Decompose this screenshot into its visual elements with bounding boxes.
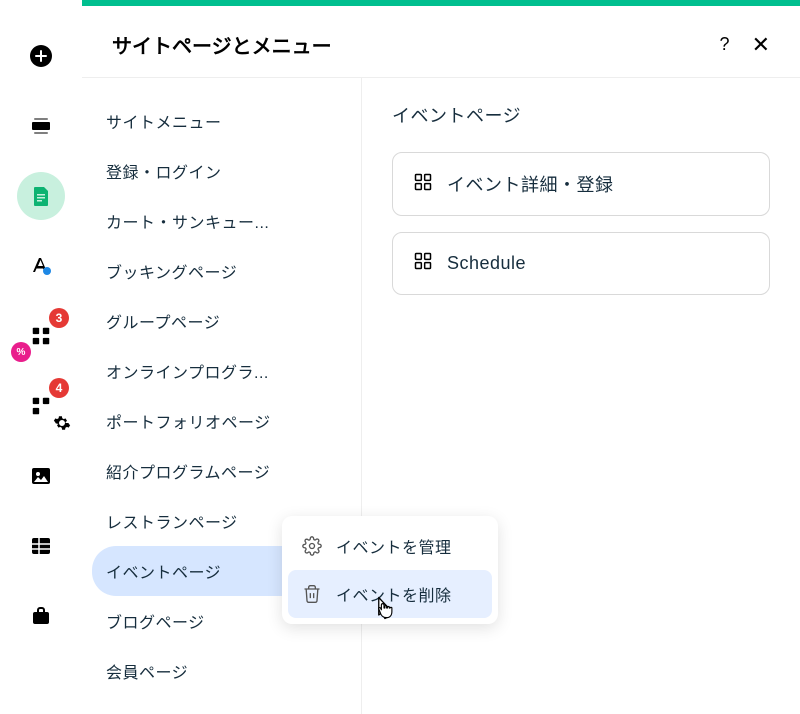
grid-icon [413,251,433,276]
header-actions: ? ✕ [720,34,770,56]
menu-item-label: イベントを管理 [336,534,452,558]
nav-item-label: 登録・ログイン [106,159,222,183]
apps-badge: 3 [49,308,69,328]
grid-icon [413,172,433,197]
panel-header: サイトページとメニュー ? ✕ [82,6,800,77]
nav-item-label: オンラインプログラ... [106,359,269,383]
nav-item-label: ポートフォリオページ [106,409,271,433]
nav-item-label: ブログページ [106,609,205,633]
page-card-event-details[interactable]: イベント詳細・登録 [392,152,770,216]
pages-button[interactable] [17,172,65,220]
gear-icon [302,536,322,556]
business-button[interactable] [17,592,65,640]
nav-item-label: サイトメニュー [106,109,222,133]
nav-item-cart[interactable]: カート・サンキュー... [92,196,351,246]
data-button[interactable] [17,522,65,570]
icon-rail: 3 % 4 [0,0,82,656]
page-card-label: イベント詳細・登録 [447,171,614,197]
content-title: イベントページ [392,102,770,128]
menu-manage-events[interactable]: イベントを管理 [288,522,492,570]
dev-button[interactable]: 4 [17,382,65,430]
apps-button[interactable]: 3 % [17,312,65,360]
gear-overlay-icon [53,414,71,432]
nav-item-site-menu[interactable]: サイトメニュー [92,96,351,146]
page-card-label: Schedule [447,253,526,274]
nav-item-online-program[interactable]: オンラインプログラ... [92,346,351,396]
nav-item-referral[interactable]: 紹介プログラムページ [92,446,351,496]
nav-item-label: 会員ページ [106,659,188,683]
nav-item-label: 紹介プログラムページ [106,459,270,483]
nav-item-label: カート・サンキュー... [106,209,269,233]
add-button[interactable] [17,32,65,80]
nav-item-label: レストランページ [106,509,238,533]
nav-item-booking[interactable]: ブッキングページ [92,246,351,296]
nav-item-signup[interactable]: 登録・ログイン [92,146,351,196]
dev-badge: 4 [49,378,69,398]
help-icon[interactable]: ? [720,34,730,55]
nav-item-group[interactable]: グループページ [92,296,351,346]
nav-item-label: ブッキングページ [106,259,237,283]
panel-title: サイトページとメニュー [112,30,332,59]
promo-icon: % [11,342,31,362]
cursor-icon [370,594,398,627]
page-card-schedule[interactable]: Schedule [392,232,770,295]
design-button[interactable] [17,242,65,290]
section-icon[interactable] [17,102,65,150]
nav-item-members[interactable]: 会員ページ [92,646,351,696]
close-icon[interactable]: ✕ [752,34,770,56]
nav-item-label: グループページ [106,309,220,333]
trash-icon [302,584,322,604]
nav-item-portfolio[interactable]: ポートフォリオページ [92,396,351,446]
nav-item-label: イベントページ [106,559,221,583]
media-button[interactable] [17,452,65,500]
